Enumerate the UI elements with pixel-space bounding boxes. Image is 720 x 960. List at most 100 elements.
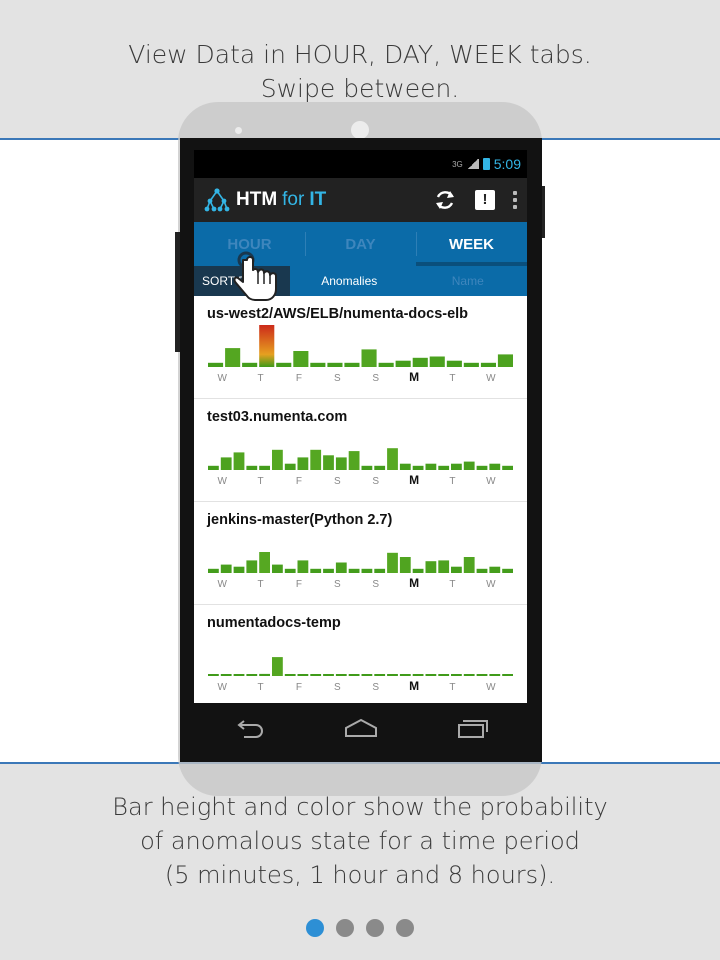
day-label: W (217, 682, 227, 693)
anomaly-bar (425, 674, 437, 676)
overflow-menu-icon[interactable] (513, 191, 517, 209)
day-label: S (334, 579, 341, 590)
anomaly-bar (425, 561, 437, 573)
pager-dot[interactable] (306, 919, 324, 937)
anomaly-bar (259, 465, 270, 470)
pager-dot[interactable] (366, 919, 384, 937)
refresh-icon[interactable] (433, 188, 457, 212)
anomaly-bar (387, 552, 398, 573)
anomaly-bar (335, 457, 347, 470)
day-label: F (296, 373, 302, 384)
anomaly-bar (276, 362, 292, 367)
caption-bottom: Bar height and color show the probabilit… (0, 790, 720, 892)
anomaly-bar (399, 463, 411, 470)
anomaly-bar (310, 449, 322, 470)
anomaly-bar (502, 568, 513, 573)
caption-top-line-2: Swipe between. (260, 74, 460, 103)
anomaly-bar (220, 564, 232, 573)
day-label: T (258, 476, 264, 487)
anomaly-bar (293, 351, 309, 367)
anomaly-bar (272, 564, 283, 573)
anomaly-bar (361, 674, 373, 676)
tab-indicator (416, 262, 527, 266)
anomaly-bar (310, 362, 326, 367)
anomaly-bar (429, 356, 445, 367)
tab-week[interactable]: WEEK (416, 222, 527, 266)
instance-row[interactable]: W T F S S M T Wtest03.numenta.com (194, 399, 527, 502)
alert-icon[interactable]: ! (475, 190, 495, 210)
day-label: T (449, 373, 455, 384)
day-label: F (296, 476, 302, 487)
anomaly-bar (208, 674, 219, 676)
network-type: 3G (452, 159, 463, 169)
signal-icon (466, 159, 479, 169)
anomaly-bar (476, 674, 488, 676)
anomaly-bar (310, 674, 322, 676)
anomaly-bar (348, 568, 360, 573)
anomaly-bar (412, 357, 428, 367)
anomaly-bar (387, 674, 398, 676)
anomaly-bar (335, 562, 347, 573)
anomaly-bar (438, 674, 450, 676)
pager-dots (0, 919, 720, 937)
anomaly-bar (399, 557, 411, 573)
anomaly-bar (225, 348, 241, 367)
day-label: T (449, 682, 455, 693)
instance-row[interactable]: W T F S S M T Wnumentadocs-temp (194, 605, 527, 703)
anomaly-bar (233, 452, 245, 470)
back-icon[interactable] (232, 716, 268, 740)
touch-hand-icon (233, 251, 277, 301)
instance-row[interactable]: W T F S S M T Wjenkins-master(Python 2.7) (194, 502, 527, 605)
anomaly-bar (463, 674, 475, 676)
anomaly-bar (502, 465, 513, 470)
anomaly-bar (489, 463, 501, 470)
day-label: T (258, 373, 264, 384)
anomaly-bar (476, 568, 488, 573)
day-label: W (217, 373, 227, 384)
day-label: W (486, 579, 496, 590)
sort-option-anomalies[interactable]: Anomalies (290, 266, 409, 296)
instance-row[interactable]: W T F S S M T Wus-west2/AWS/ELB/numenta-docs-el… (194, 296, 527, 399)
day-label: W (486, 682, 496, 693)
anomaly-bar (284, 674, 296, 676)
day-label: S (372, 476, 379, 487)
pager-dot[interactable] (336, 919, 354, 937)
anomaly-bar (233, 674, 245, 676)
anomaly-bar (412, 568, 424, 573)
day-label: M (409, 679, 419, 693)
caption-bottom-line-1: Bar height and color show the probabilit… (112, 793, 608, 821)
caption-top-line-1: View Data in HOUR, DAY, WEEK tabs. (128, 40, 592, 69)
status-time: 5:09 (493, 156, 521, 172)
day-label: T (449, 476, 455, 487)
anomaly-bar (451, 463, 462, 470)
android-nav-bar (194, 703, 527, 753)
anomaly-bar (480, 362, 496, 367)
anomaly-bar (489, 566, 501, 573)
phone-camera (351, 121, 369, 139)
battery-icon (482, 158, 490, 170)
pager-dot[interactable] (396, 919, 414, 937)
home-icon[interactable] (343, 716, 379, 740)
app-title-htm: HTM (236, 189, 278, 210)
recents-icon[interactable] (454, 716, 490, 740)
anomaly-bar (344, 362, 360, 367)
anomaly-bar (451, 674, 462, 676)
sort-option-name[interactable]: Name (408, 266, 527, 296)
anomaly-bar (327, 362, 343, 367)
anomaly-bar (412, 674, 424, 676)
anomaly-bar (272, 449, 283, 470)
anomaly-bar (323, 568, 334, 573)
anomaly-bar (208, 465, 219, 470)
day-label: W (486, 476, 496, 487)
anomaly-bar (259, 673, 270, 676)
anomaly-bar (246, 465, 258, 470)
anomaly-bar (378, 362, 394, 367)
caption-top: View Data in HOUR, DAY, WEEK tabs. Swipe… (0, 38, 720, 106)
day-label: S (372, 579, 379, 590)
anomaly-bar (451, 566, 462, 573)
anomaly-bar (284, 463, 296, 470)
anomaly-bar (374, 674, 386, 676)
anomaly-bar (242, 362, 258, 367)
anomaly-bar (335, 674, 347, 676)
tab-day[interactable]: DAY (305, 222, 416, 266)
